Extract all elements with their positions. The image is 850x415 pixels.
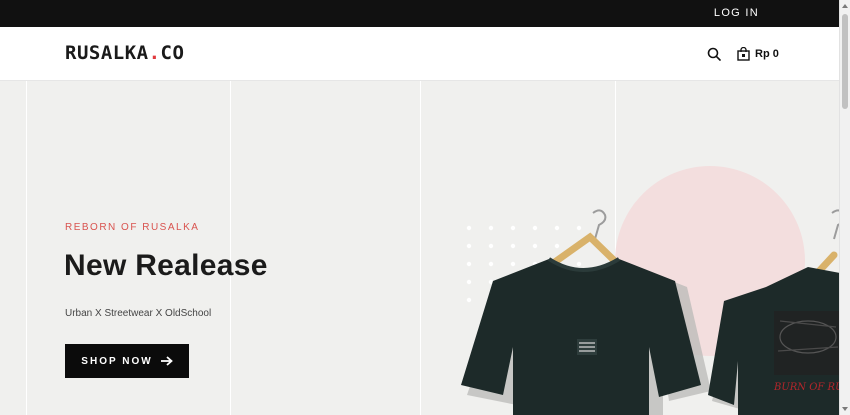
site-logo[interactable]: RUSALKA.CO xyxy=(65,42,184,64)
shop-now-label: SHOP NOW xyxy=(81,355,153,367)
black-tshirt-product-image xyxy=(461,209,711,415)
grid-line xyxy=(26,81,27,415)
logo-suffix: CO xyxy=(160,42,185,64)
scrollbar-thumb[interactable] xyxy=(842,14,848,109)
shop-now-button[interactable]: SHOP NOW xyxy=(65,344,189,378)
page-scrollbar[interactable] xyxy=(839,0,850,415)
scroll-down-arrow[interactable] xyxy=(842,407,848,411)
hero-headline: New Realease xyxy=(64,249,268,282)
shirt-print-text: BURN OF RUS xyxy=(773,382,840,393)
shopping-bag-icon[interactable] xyxy=(737,47,750,61)
grid-line xyxy=(420,81,421,415)
logo-text: RUSALKA xyxy=(65,42,149,64)
search-icon[interactable] xyxy=(707,47,721,61)
top-bar: LOG IN xyxy=(0,0,840,27)
logo-dot: . xyxy=(148,42,161,64)
arrow-right-icon xyxy=(160,356,173,366)
login-link[interactable]: LOG IN xyxy=(714,7,759,19)
graphic-tshirt-product-image: BURN OF RUS xyxy=(708,209,840,415)
cart-total[interactable]: Rp 0 xyxy=(755,48,779,60)
hero-eyebrow: REBORN OF RUSALKA xyxy=(65,222,200,233)
site-header: RUSALKA.CO Rp 0 xyxy=(0,27,840,81)
scroll-up-arrow[interactable] xyxy=(842,4,848,8)
hero-tagline: Urban X Streetwear X OldSchool xyxy=(65,308,212,319)
grid-line xyxy=(230,81,231,415)
hero-banner: BURN OF RUS REBORN OF RUSALKA New Realea… xyxy=(0,81,840,415)
